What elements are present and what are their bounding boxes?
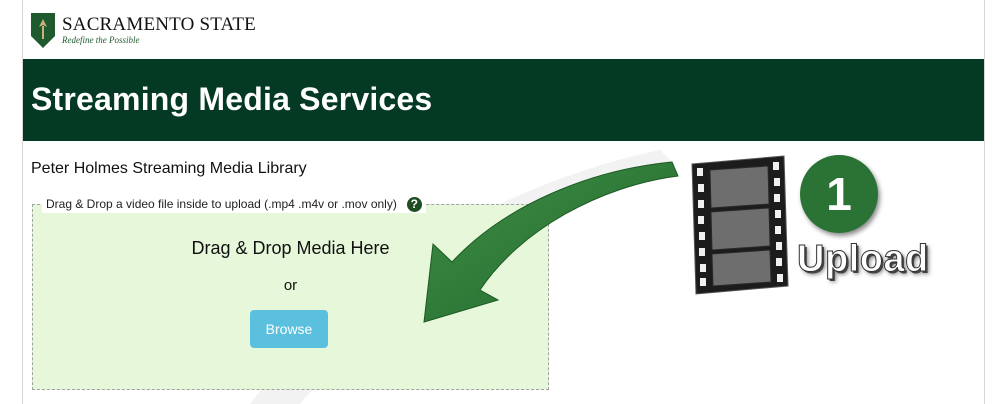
upload-step-label: Upload (797, 238, 929, 281)
film-strip-icon (691, 155, 789, 295)
step-number-badge: 1 (800, 155, 878, 233)
